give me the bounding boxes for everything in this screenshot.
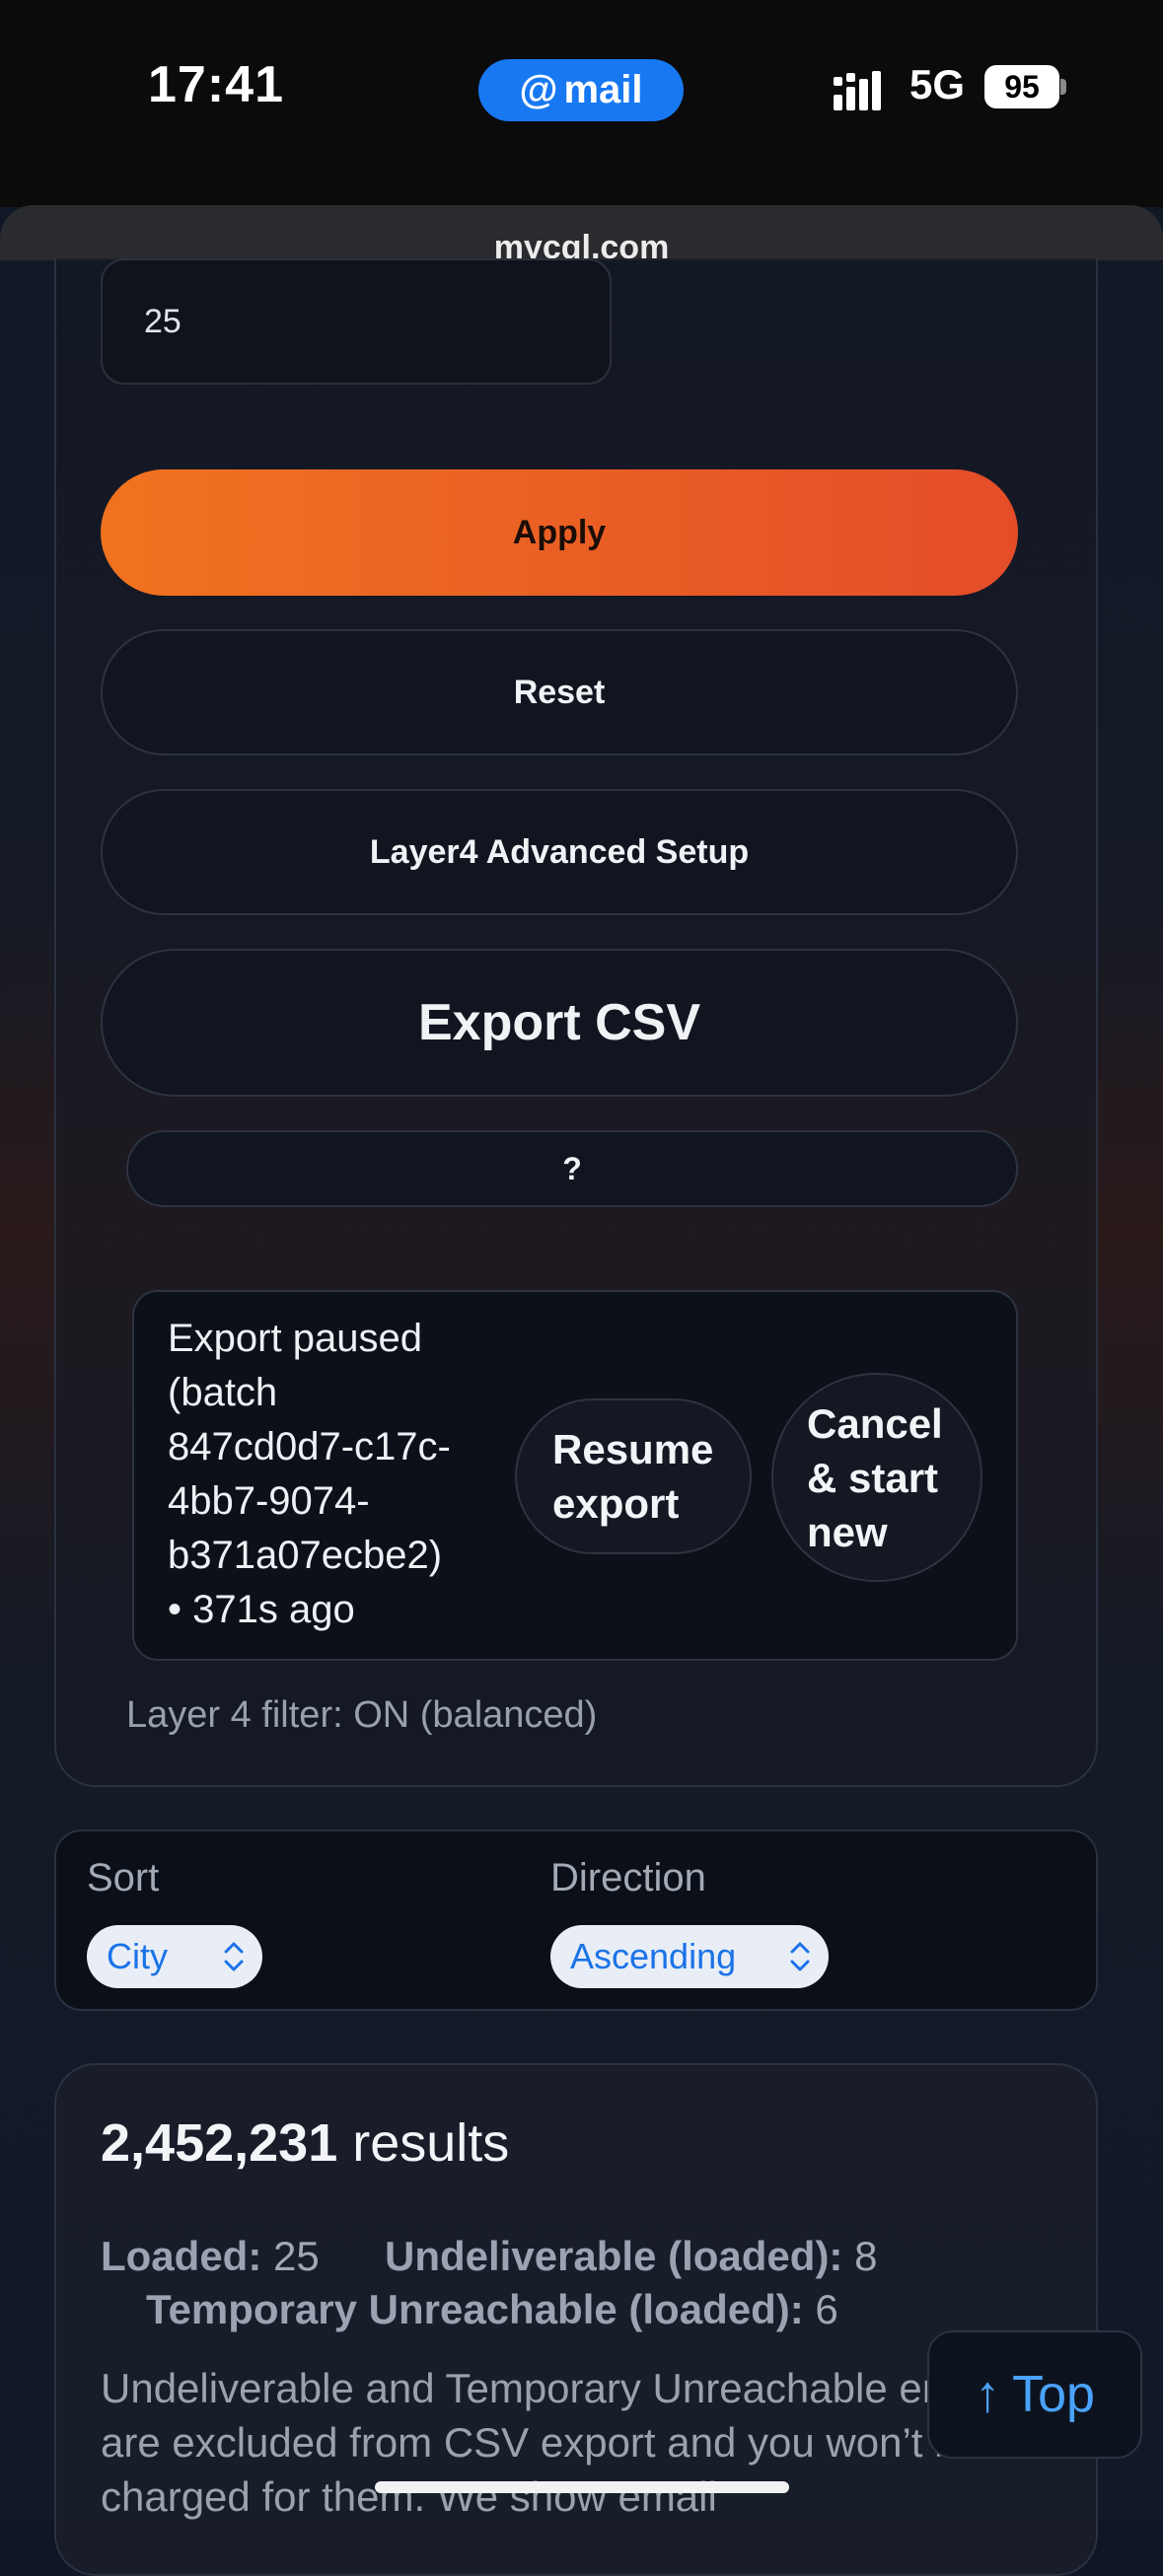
- apply-button[interactable]: Apply: [101, 469, 1018, 596]
- export-status-text: Export paused (batch 847cd0d7-c17c- 4bb7…: [168, 1317, 451, 1631]
- layer4-advanced-setup-button[interactable]: Layer4 Advanced Setup: [101, 789, 1018, 915]
- chevron-updown-icon: [224, 1942, 244, 1971]
- reset-button[interactable]: Reset: [101, 629, 1018, 755]
- loaded-stat: Loaded: 25: [101, 2233, 320, 2279]
- direction-select[interactable]: Ascending: [550, 1925, 829, 1988]
- results-count: 2,452,231 results: [101, 2113, 510, 2173]
- mail-pill-label: mail: [563, 68, 643, 111]
- battery-icon: 95: [984, 65, 1059, 108]
- export-csv-button[interactable]: Export CSV: [101, 949, 1018, 1097]
- top-label: Top: [1012, 2366, 1095, 2423]
- layer4-status: Layer 4 filter: ON (balanced): [126, 1694, 598, 1736]
- sort-select[interactable]: City: [87, 1925, 262, 1988]
- undeliverable-stat: Undeliverable (loaded): 8: [385, 2233, 878, 2279]
- signal-icon: [834, 71, 881, 110]
- at-icon: @: [519, 68, 558, 111]
- sort-select-value: City: [107, 1936, 168, 1976]
- status-time: 17:41: [148, 56, 284, 113]
- help-button[interactable]: ?: [126, 1130, 1018, 1207]
- arrow-up-icon: ↑: [975, 2366, 1001, 2423]
- network-type: 5G: [909, 61, 966, 107]
- battery-tip: [1060, 79, 1066, 95]
- temporary-unreachable-stat: Temporary Unreachable (loaded): 6: [146, 2286, 838, 2332]
- home-indicator[interactable]: [375, 2481, 789, 2493]
- cancel-start-new-button[interactable]: Cancel & start new: [771, 1373, 982, 1582]
- chevron-updown-icon: [790, 1942, 810, 1971]
- mail-app-pill[interactable]: @ mail: [478, 59, 684, 121]
- limit-input[interactable]: 25: [101, 258, 612, 385]
- direction-select-value: Ascending: [570, 1936, 737, 1976]
- direction-label: Direction: [550, 1856, 706, 1899]
- scroll-top-button[interactable]: ↑ Top: [927, 2330, 1142, 2459]
- sort-label: Sort: [87, 1856, 160, 1899]
- resume-export-button[interactable]: Resume export: [515, 1398, 752, 1554]
